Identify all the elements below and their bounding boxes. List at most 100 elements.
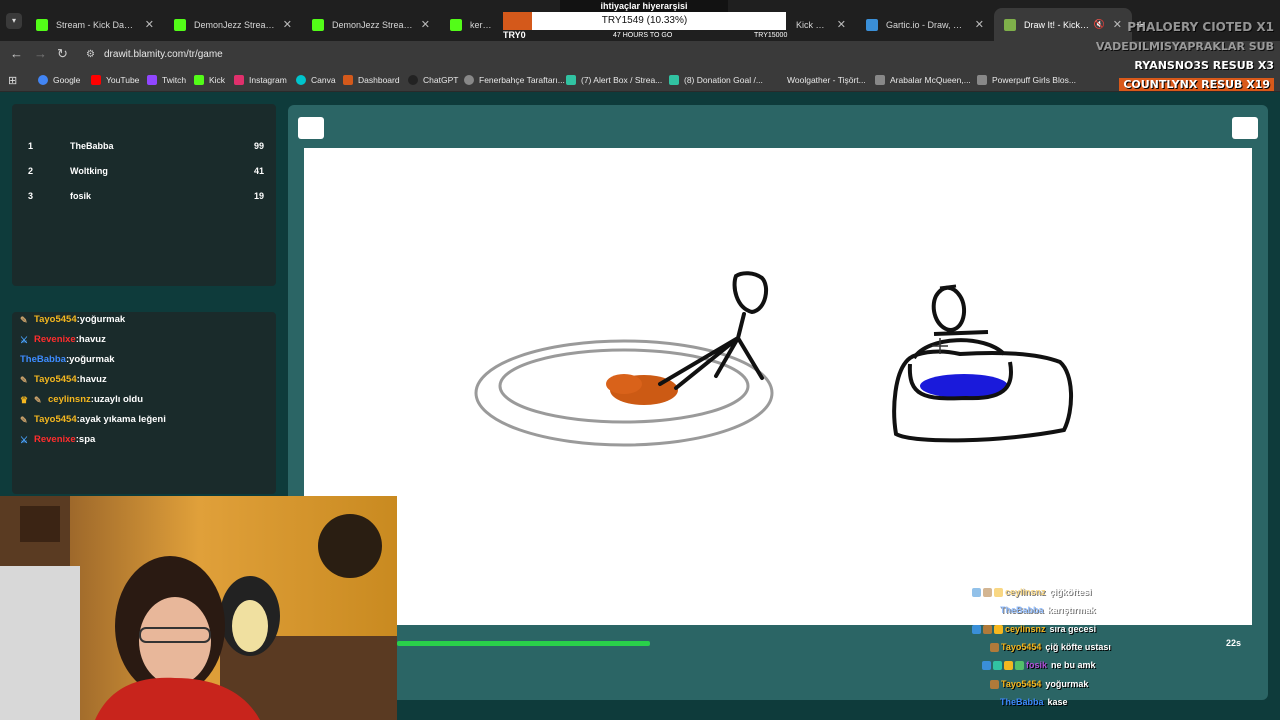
chat-user: Tayo5454 <box>34 414 77 425</box>
overlay-chat-user: Tayo5454 <box>1001 679 1042 689</box>
left-corner-button[interactable] <box>298 117 324 139</box>
tab-label: Kick Strea <box>796 19 829 30</box>
close-icon[interactable]: ✕ <box>413 18 430 31</box>
wall-clock <box>318 514 382 578</box>
webcam-scene <box>0 496 397 720</box>
bookmark-label: Instagram <box>249 75 287 85</box>
url-field[interactable]: drawit.blamity.com/tr/game <box>104 49 223 60</box>
grid-badge-icon <box>1015 660 1024 670</box>
tab-search-icon[interactable]: ▾ <box>6 13 22 29</box>
figure-arm-right <box>933 330 989 336</box>
tab-kick-dashboard[interactable]: Stream - Kick Dashboard ✕ <box>26 8 164 41</box>
chat-message: ✎ Tayo5454: havuz <box>20 374 107 385</box>
close-icon[interactable]: ✕ <box>137 18 154 31</box>
shield-badge-icon <box>972 624 981 634</box>
overlay-chat-message: TheBabba kase <box>1000 697 1068 707</box>
tab-draw-it[interactable]: Draw It! - Kick Yayınla 🔇 ✕ <box>994 8 1132 41</box>
site-info-icon[interactable]: ⚙ <box>86 49 95 60</box>
kick-icon <box>194 75 204 85</box>
overlay-chat-user: TheBabba <box>1000 605 1044 615</box>
bookmark-label: (7) Alert Box / Strea... <box>581 75 663 85</box>
bookmark-canva[interactable]: Canva <box>296 75 336 85</box>
tab-gartic[interactable]: Gartic.io - Draw, Guess, W ✕ <box>856 8 994 41</box>
overlay-chat-user: ceylinsnz <box>1005 624 1046 634</box>
score-points: 19 <box>253 191 264 201</box>
alert-line: RYANSNO3S RESUB X3 <box>1134 59 1274 72</box>
tab-kick-stream[interactable]: Kick Strea ✕ <box>786 8 856 41</box>
chat-text: spa <box>78 434 96 445</box>
overlay-chat-user: Tayo5454 <box>1001 642 1042 652</box>
alert-line: COUNTLYNX RESUB X19 <box>1119 78 1274 91</box>
overlay-chat-user: ceylinsnz <box>1005 587 1046 597</box>
close-icon[interactable]: ✕ <box>275 18 292 31</box>
right-corner-button[interactable] <box>1232 117 1258 139</box>
tab-demonjezz-1[interactable]: DemonJezz Stream - Wat ✕ <box>164 8 302 41</box>
bookmark-twitch[interactable]: Twitch <box>147 75 186 85</box>
bookmarks-bar: ⊞ Google YouTube Twitch Kick Instagram C… <box>0 70 1280 92</box>
bookmark-arabalar[interactable]: Arabalar McQueen,... <box>875 75 971 85</box>
overlay-chat-text: çiğköftesi <box>1049 587 1092 597</box>
bookmark-youtube[interactable]: YouTube <box>91 75 139 85</box>
pencil-badge-icon <box>990 679 999 689</box>
instagram-icon <box>234 75 244 85</box>
game-app: 1 TheBabba 99 2 Woltking 41 3 fosik 19 ✎… <box>0 92 1280 720</box>
reload-icon[interactable]: ↻ <box>57 46 68 62</box>
bookmark-powerpuff[interactable]: Powerpuff Girls Blos... <box>977 75 1076 85</box>
bookmark-donation-goal[interactable]: (8) Donation Goal /... <box>669 75 763 85</box>
close-icon[interactable]: ✕ <box>967 18 984 31</box>
bookmark-alert-box[interactable]: (7) Alert Box / Strea... <box>566 75 662 85</box>
close-icon[interactable]: ✕ <box>829 18 846 31</box>
bookmark-dashboard[interactable]: Dashboard <box>343 75 400 85</box>
scoreboard: 1 TheBabba 99 2 Woltking 41 3 fosik 19 <box>12 104 276 286</box>
penguin-belly <box>232 600 268 652</box>
tab-label: Gartic.io - Draw, Guess, W <box>886 19 967 30</box>
drawing-canvas[interactable] <box>304 148 1252 625</box>
bookmark-google[interactable]: Google <box>38 75 80 85</box>
goal-progress-bar: TRY1549 (10.33%) <box>503 12 786 30</box>
bookmark-label: Dashboard <box>358 75 400 85</box>
tab-label: DemonJezz Stream - Wat <box>194 19 275 30</box>
bookmark-label: Google <box>53 75 81 85</box>
chat-text: yoğurmak <box>79 314 126 325</box>
overlay-chat-message: Tayo5454 çiğ köfte ustası <box>990 642 1111 652</box>
tab-label: Stream - Kick Dashboard <box>56 19 137 30</box>
close-icon[interactable]: ✕ <box>1105 18 1122 31</box>
chat-user: TheBabba <box>20 354 66 365</box>
chat-text: yoğurmak <box>69 354 115 365</box>
crown-icon: ♛ <box>20 394 29 405</box>
bookmark-instagram[interactable]: Instagram <box>234 75 287 85</box>
score-points: 41 <box>253 166 264 176</box>
bookmark-woolgather[interactable]: Woolgather - Tişört... <box>772 75 866 85</box>
overlay-chat-text: karıştırmak <box>1047 605 1096 615</box>
bookmark-chatgpt[interactable]: ChatGPT <box>408 75 458 85</box>
woolgather-icon <box>772 75 782 85</box>
pencil-badge-icon <box>983 624 992 634</box>
back-icon[interactable]: ← <box>10 46 23 61</box>
bookmark-fenerbahce[interactable]: Fenerbahçe Taraftarı... <box>464 75 565 85</box>
tab-demonjezz-2[interactable]: DemonJezz Stream - Wat ✕ <box>302 8 440 41</box>
kick-icon <box>36 18 48 31</box>
chat-user: Tayo5454 <box>34 314 77 325</box>
goal-start-value: TRY0 <box>503 30 526 40</box>
bookmark-kick[interactable]: Kick <box>194 75 225 85</box>
overlay-chat-text: ne bu amk <box>1051 660 1096 670</box>
figure-head-right <box>931 285 967 333</box>
overlay-chat-message: ceylinsnz sıra gecesi <box>972 624 1096 634</box>
streamer-webcam <box>0 496 397 720</box>
gift-badge-icon <box>994 587 1003 597</box>
chair-left <box>0 566 80 720</box>
score-player: TheBabba <box>70 141 114 151</box>
streamlabs-icon <box>566 75 576 85</box>
mute-icon[interactable]: 🔇 <box>1094 19 1105 30</box>
forward-icon[interactable]: → <box>34 46 47 61</box>
kick-icon <box>174 18 186 31</box>
chat-text: havuz <box>78 334 106 345</box>
pencil-badge-icon <box>983 587 992 597</box>
goal-amount: TRY1549 (10.33%) <box>601 15 688 26</box>
apps-icon[interactable]: ⊞ <box>8 74 17 87</box>
score-rank: 2 <box>28 166 34 176</box>
bookmark-label: ChatGPT <box>423 75 459 85</box>
tab-keremturke[interactable]: keremturke <box>440 8 504 41</box>
streamlabs-icon <box>669 75 679 85</box>
score-row: 2 Woltking 41 <box>28 161 264 181</box>
